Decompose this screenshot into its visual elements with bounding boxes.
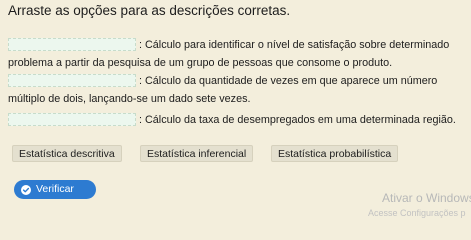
exercise-page: Arraste as opções para as descrições cor… <box>0 0 471 225</box>
item-3-row: : Cálculo da taxa de desempregados em um… <box>8 113 456 127</box>
windows-activation-subtext: Acesse Configurações p <box>368 208 466 218</box>
verify-label: Verificar <box>36 183 74 195</box>
check-circle-icon <box>21 185 31 195</box>
item-1-continuation: problema a partir da pesquisa de um grup… <box>8 57 393 69</box>
windows-activation-watermark: Ativar o Windows <box>382 191 471 205</box>
item-3-description: : Cálculo da taxa de desempregados em um… <box>139 114 456 126</box>
item-1-row: : Cálculo para identificar o nível de sa… <box>8 38 449 52</box>
drop-zone-1[interactable] <box>8 38 136 51</box>
instructions-title: Arraste as opções para as descrições cor… <box>8 3 291 18</box>
drop-zone-3[interactable] <box>8 113 136 126</box>
item-2-row: : Cálculo da quantidade de vezes em que … <box>8 74 437 88</box>
item-1-description: : Cálculo para identificar o nível de sa… <box>139 39 450 51</box>
item-2-description: : Cálculo da quantidade de vezes em que … <box>139 75 438 87</box>
option-chip-descritiva[interactable]: Estatística descritiva <box>12 145 122 162</box>
option-chip-probabilistica[interactable]: Estatística probabilística <box>271 145 399 162</box>
item-2-continuation: múltiplo de dois, lançando-se um dado se… <box>8 93 251 105</box>
option-chip-inferencial[interactable]: Estatística inferencial <box>140 145 254 162</box>
drop-zone-2[interactable] <box>8 74 136 87</box>
verify-button[interactable]: Verificar <box>14 180 96 199</box>
